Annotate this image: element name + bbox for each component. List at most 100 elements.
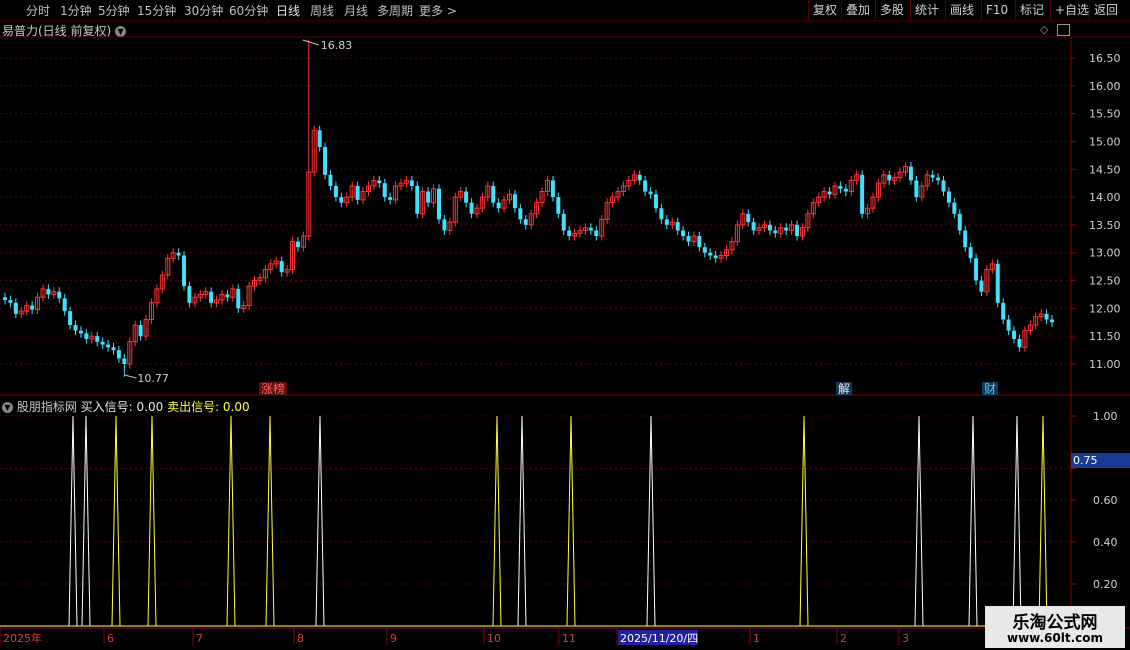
- candle-body-down: [1001, 302, 1006, 320]
- chevron-down-icon[interactable]: ▼: [2, 402, 13, 413]
- candle-body-down: [100, 341, 105, 345]
- candle-body-down: [57, 291, 62, 299]
- signal-spike: [968, 415, 978, 627]
- candle-body-down: [686, 236, 691, 242]
- signal-spike: [517, 415, 527, 627]
- y-tick-label: 13.00: [1089, 247, 1121, 260]
- y-tick-label: 14.50: [1089, 163, 1121, 176]
- signal-spike: [111, 415, 121, 627]
- watermark-line2: www.60lt.com: [1006, 631, 1104, 645]
- candle-body-down: [62, 298, 67, 312]
- y-tick-label: 16.50: [1089, 52, 1121, 65]
- signal-spike: [226, 415, 236, 627]
- candle-body-down: [697, 236, 702, 248]
- signal-spike: [265, 415, 275, 627]
- candle-body-down: [588, 227, 593, 231]
- candle-body-down: [209, 291, 214, 303]
- signal-spike: [1038, 415, 1048, 627]
- candle-body-down: [968, 247, 973, 259]
- x-axis-label: 2025年: [3, 631, 42, 645]
- candle-body-down: [773, 230, 778, 234]
- candle-body-down: [388, 197, 393, 200]
- candle-body-down: [464, 191, 469, 203]
- signal-spike: [1012, 415, 1022, 627]
- watermark-logo: 乐淘公式网 www.60lt.com: [985, 606, 1125, 648]
- candle-body-down: [675, 222, 680, 231]
- candle-body-down: [491, 185, 496, 203]
- candle-body-down: [963, 230, 968, 248]
- candle-body-down: [496, 202, 501, 209]
- candle-body-down: [377, 180, 382, 184]
- signal-spike: [566, 415, 576, 627]
- watermark-line1: 乐淘公式网: [1012, 613, 1098, 633]
- x-axis-label: 1: [753, 632, 760, 645]
- candle-body-down: [469, 202, 474, 214]
- sell-signal-value: 卖出信号: 0.00: [167, 400, 250, 414]
- signal-spike: [799, 415, 809, 627]
- candle-body-down: [182, 255, 187, 287]
- ind-tick-label: 0.20: [1093, 578, 1118, 591]
- candle-body-down: [838, 185, 843, 189]
- candle-body-down: [355, 185, 360, 200]
- candle-body-down: [138, 325, 143, 337]
- candle-body-down: [84, 333, 89, 339]
- candle-body-down: [643, 180, 648, 192]
- event-badge-label: 涨榜: [261, 381, 285, 396]
- candle-body-down: [664, 219, 669, 225]
- candle-body-down: [637, 174, 642, 181]
- signal-spike: [492, 415, 502, 627]
- candle-body-down: [1006, 319, 1011, 331]
- x-axis-label: 6: [107, 632, 114, 645]
- x-axis-label: 8: [297, 632, 304, 645]
- candle-body-down: [795, 224, 800, 237]
- candle-body-down: [957, 213, 962, 231]
- signal-spike: [68, 415, 78, 627]
- indicator-title[interactable]: ▼ 股朋指标网 买入信号: 0.00 卖出信号: 0.00: [2, 398, 250, 415]
- candle-body-down: [68, 311, 73, 326]
- candle-body-down: [409, 180, 414, 186]
- y-tick-label: 11.50: [1089, 330, 1121, 343]
- candle-body-down: [952, 202, 957, 214]
- candle-body-down: [561, 213, 566, 231]
- candle-body-down: [784, 227, 789, 231]
- candle-body-down: [887, 174, 892, 181]
- y-tick-label: 15.00: [1089, 135, 1121, 148]
- low-marker-arrow: [124, 374, 137, 379]
- candle-body-down: [594, 230, 599, 237]
- signal-spike: [315, 415, 325, 627]
- candle-body-down: [116, 350, 121, 359]
- candle-body-down: [995, 263, 1000, 303]
- x-axis-label: 2: [840, 632, 847, 645]
- candle-body-down: [930, 174, 935, 178]
- ind-tick-label: 0.40: [1093, 536, 1118, 549]
- candle-body-down: [442, 219, 447, 231]
- candle-body-down: [333, 185, 338, 198]
- candle-body-down: [176, 252, 181, 256]
- candle-body-down: [122, 358, 127, 364]
- signal-spike: [646, 415, 656, 627]
- candle-body-down: [95, 336, 100, 342]
- candle-body-down: [111, 347, 116, 351]
- candle-body-down: [974, 258, 979, 281]
- candle-body-down: [8, 300, 13, 303]
- candle-body-down: [648, 191, 653, 195]
- signal-spike: [81, 415, 91, 627]
- x-axis-label: 3: [902, 632, 909, 645]
- candle-body-down: [713, 255, 718, 259]
- candle-body-down: [225, 294, 230, 298]
- candle-body-down: [518, 208, 523, 220]
- y-tick-label: 16.00: [1089, 80, 1121, 93]
- candle-body-down: [941, 180, 946, 192]
- candle-body-down: [914, 180, 919, 198]
- high-marker-label: 16.83: [321, 39, 353, 52]
- candle-body-down: [1050, 319, 1054, 323]
- candle-body-down: [550, 180, 555, 198]
- y-tick-label: 12.00: [1089, 302, 1121, 315]
- kline-chart: 16.50 16.00 15.50 15.00 14.50 14.00 13.50 13.00…: [0, 36, 1130, 645]
- candle-body-down: [1012, 330, 1017, 339]
- candle-body-down: [328, 174, 333, 186]
- candle-body-down: [556, 197, 561, 214]
- candle-body-down: [908, 166, 913, 181]
- candle-body-down: [843, 188, 848, 192]
- candle-body-down: [860, 174, 865, 214]
